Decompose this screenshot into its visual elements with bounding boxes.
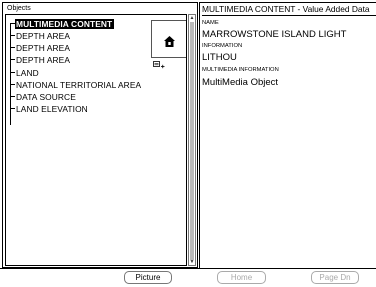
tree-item-label: MULTIMEDIA CONTENT — [15, 18, 115, 29]
tree-item-depth-area[interactable]: DEPTH AREA — [10, 30, 72, 41]
tree-item-label: DEPTH AREA — [16, 54, 71, 65]
multimedia-thumbnail[interactable] — [151, 20, 186, 58]
tree-item-label: NATIONAL TERRITORIAL AREA — [16, 79, 142, 90]
field-information-label: INFORMATION — [202, 43, 243, 49]
objects-panel-title: Objects — [7, 5, 31, 12]
scrollbar-thumb[interactable] — [190, 22, 194, 260]
field-multimedia-information-label: MULTIMEDIA INFORMATION — [202, 67, 279, 73]
tree-item-national-territorial-area[interactable]: NATIONAL TERRITORIAL AREA — [10, 79, 143, 90]
scroll-up-arrow-icon[interactable]: ▲ — [189, 15, 195, 21]
tree-item-label: DEPTH AREA — [16, 30, 71, 41]
house-icon — [164, 34, 175, 52]
field-multimedia-information-value: MultiMedia Object — [202, 77, 279, 88]
tree-item-multimedia-content[interactable]: MULTIMEDIA CONTENT — [10, 18, 115, 29]
button-bar: Picture Home Page Dn — [0, 268, 376, 287]
scroll-down-arrow-icon[interactable]: ▼ — [189, 259, 195, 265]
feature-info-window: Objects MULTIMEDIA CONTENT DEPTH AREA DE… — [0, 0, 376, 287]
tree-item-depth-area[interactable]: DEPTH AREA — [10, 54, 72, 65]
object-tree: MULTIMEDIA CONTENT DEPTH AREA DEPTH AREA… — [5, 14, 187, 266]
tree-item-label: LAND — [16, 67, 39, 78]
tree-item-land[interactable]: LAND — [10, 67, 41, 78]
tree-item-label: DATA SOURCE — [16, 91, 76, 102]
tree-item-label: LAND ELEVATION — [16, 103, 88, 114]
tree-item-land-elevation[interactable]: LAND ELEVATION — [10, 103, 90, 114]
tree-item-data-source[interactable]: DATA SOURCE — [10, 91, 78, 102]
field-information-value: LITHOU — [202, 52, 237, 63]
field-name-label: NAME — [202, 20, 219, 26]
tree-item-depth-area[interactable]: DEPTH AREA — [10, 42, 72, 53]
picture-button[interactable]: Picture — [124, 271, 172, 284]
home-button[interactable]: Home — [217, 271, 266, 284]
details-panel: MULTIMEDIA CONTENT - Value Added Data NA… — [199, 2, 376, 268]
objects-panel: Objects MULTIMEDIA CONTENT DEPTH AREA DE… — [2, 2, 198, 268]
details-header: MULTIMEDIA CONTENT - Value Added Data — [202, 4, 376, 16]
picture-indicator-icon — [153, 61, 165, 72]
objects-scrollbar[interactable]: ▲ ▼ — [188, 14, 196, 266]
field-name-value: MARROWSTONE ISLAND LIGHT — [202, 29, 347, 40]
page-down-button[interactable]: Page Dn — [311, 271, 359, 284]
tree-item-label: DEPTH AREA — [16, 42, 71, 53]
